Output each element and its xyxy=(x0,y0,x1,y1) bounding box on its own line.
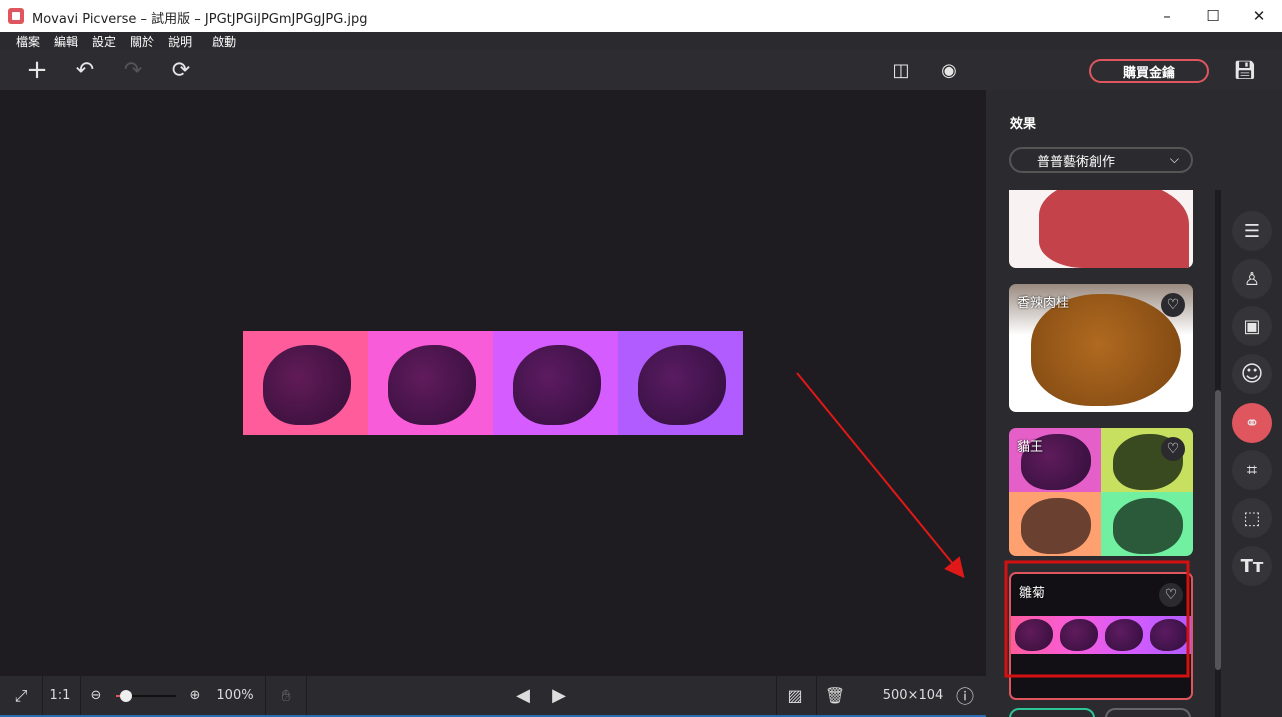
effect-label: 香辣肉桂 xyxy=(1017,296,1070,311)
zoom-value: 100% xyxy=(216,688,254,703)
text-icon[interactable]: Tт xyxy=(1232,546,1272,586)
image-icon[interactable]: ▨ xyxy=(784,676,806,715)
image-tile xyxy=(368,331,493,435)
edited-image xyxy=(243,331,743,435)
effect-label: 貓王 xyxy=(1017,440,1044,455)
image-tile xyxy=(243,331,368,435)
sticker-smiley-icon[interactable]: ☺ xyxy=(1232,354,1272,394)
menu-bar: 檔案 編輯 設定 關於 說明 啟動 xyxy=(0,32,1282,50)
scrollbar-thumb[interactable] xyxy=(1215,390,1221,670)
delete-trash-icon[interactable]: 🗑︎ xyxy=(824,676,846,715)
compare-icon[interactable]: ◫ xyxy=(886,50,916,90)
favorite-heart-icon[interactable]: ♡ xyxy=(1159,583,1183,607)
hand-pan-icon[interactable]: ✋︎ xyxy=(274,676,298,715)
adjust-sliders-icon[interactable]: ☰ xyxy=(1232,211,1272,251)
zoom-slider-handle[interactable] xyxy=(120,690,132,702)
crop-icon[interactable]: ⌗ xyxy=(1232,450,1272,490)
image-overlay-icon[interactable]: ▣ xyxy=(1232,306,1272,346)
info-icon[interactable]: ⓘ xyxy=(953,676,977,715)
buy-key-button[interactable]: 購買金鑰 xyxy=(1089,59,1209,83)
reset-icon[interactable]: ⟳ xyxy=(166,50,196,90)
app-logo-icon xyxy=(8,8,24,24)
undo-icon[interactable]: ↶ xyxy=(70,50,100,90)
menu-settings[interactable]: 設定 xyxy=(92,33,116,50)
bottom-bar: ⤢ 1:1 ⊖ ⊕ 100% ✋︎ ◀ ▶ ▨ 🗑︎ 500×104 ⓘ xyxy=(0,676,986,717)
scrollbar[interactable] xyxy=(1215,190,1221,717)
select-area-icon[interactable]: ⬚ xyxy=(1232,498,1272,538)
zoom-out-icon[interactable]: ⊖ xyxy=(86,676,106,715)
menu-edit[interactable]: 編輯 xyxy=(54,33,78,50)
image-tile xyxy=(493,331,618,435)
toolbar: + ↶ ↷ ⟳ ◫ ◉ 購買金鑰 💾︎ xyxy=(0,50,1282,90)
zoom-slider[interactable] xyxy=(116,690,176,702)
stamp-icon[interactable]: ♙ xyxy=(1232,259,1272,299)
zoom-in-icon[interactable]: ⊕ xyxy=(185,676,205,715)
add-icon[interactable]: + xyxy=(22,50,52,90)
window-title: Movavi Picverse – 試用版 – JPGtJPGiJPGmJPGg… xyxy=(32,12,368,27)
effect-card[interactable] xyxy=(1009,190,1193,268)
cancel-button[interactable] xyxy=(1105,708,1191,717)
panel-heading: 效果 xyxy=(1010,117,1037,132)
image-canvas[interactable] xyxy=(0,90,986,676)
close-button[interactable]: ✕ xyxy=(1236,0,1282,32)
menu-help[interactable]: 說明 xyxy=(168,33,192,50)
favorite-heart-icon[interactable]: ♡ xyxy=(1161,437,1185,461)
fit-screen-icon[interactable]: ⤢ xyxy=(8,676,34,715)
preview-eye-icon[interactable]: ◉ xyxy=(934,50,964,90)
title-bar: Movavi Picverse – 試用版 – JPGtJPGiJPGmJPGg… xyxy=(0,0,1282,32)
effect-label: 雛菊 xyxy=(1019,586,1046,601)
actual-size-button[interactable]: 1:1 xyxy=(46,676,74,715)
menu-file[interactable]: 檔案 xyxy=(16,33,40,50)
save-icon[interactable]: 💾︎ xyxy=(1230,50,1260,90)
effect-card-daisy-selected[interactable]: 雛菊 ♡ xyxy=(1009,572,1193,700)
menu-activate[interactable]: 啟動 xyxy=(212,33,236,50)
effect-card-spicy-cinnamon[interactable]: 香辣肉桂 ♡ xyxy=(1009,284,1193,412)
effect-category-dropdown[interactable]: 普普藝術創作 ⌵ xyxy=(1009,147,1193,173)
apply-button[interactable] xyxy=(1009,708,1095,717)
maximize-button[interactable]: ☐ xyxy=(1190,0,1236,32)
effects-list: 香辣肉桂 ♡ 貓王 ♡ 雛菊 ♡ xyxy=(1000,190,1200,717)
chevron-down-icon: ⌵ xyxy=(1169,152,1179,166)
effects-icon[interactable]: ⚭ xyxy=(1232,403,1272,443)
dropdown-value: 普普藝術創作 xyxy=(1037,154,1116,170)
redo-icon[interactable]: ↷ xyxy=(118,50,148,90)
image-dimensions: 500×104 xyxy=(882,688,944,703)
menu-about[interactable]: 關於 xyxy=(130,33,154,50)
previous-image-icon[interactable]: ◀ xyxy=(512,676,534,715)
minimize-button[interactable]: – xyxy=(1144,0,1190,32)
image-tile xyxy=(618,331,743,435)
effect-card-elvis[interactable]: 貓王 ♡ xyxy=(1009,428,1193,556)
favorite-heart-icon[interactable]: ♡ xyxy=(1161,293,1185,317)
next-image-icon[interactable]: ▶ xyxy=(548,676,570,715)
